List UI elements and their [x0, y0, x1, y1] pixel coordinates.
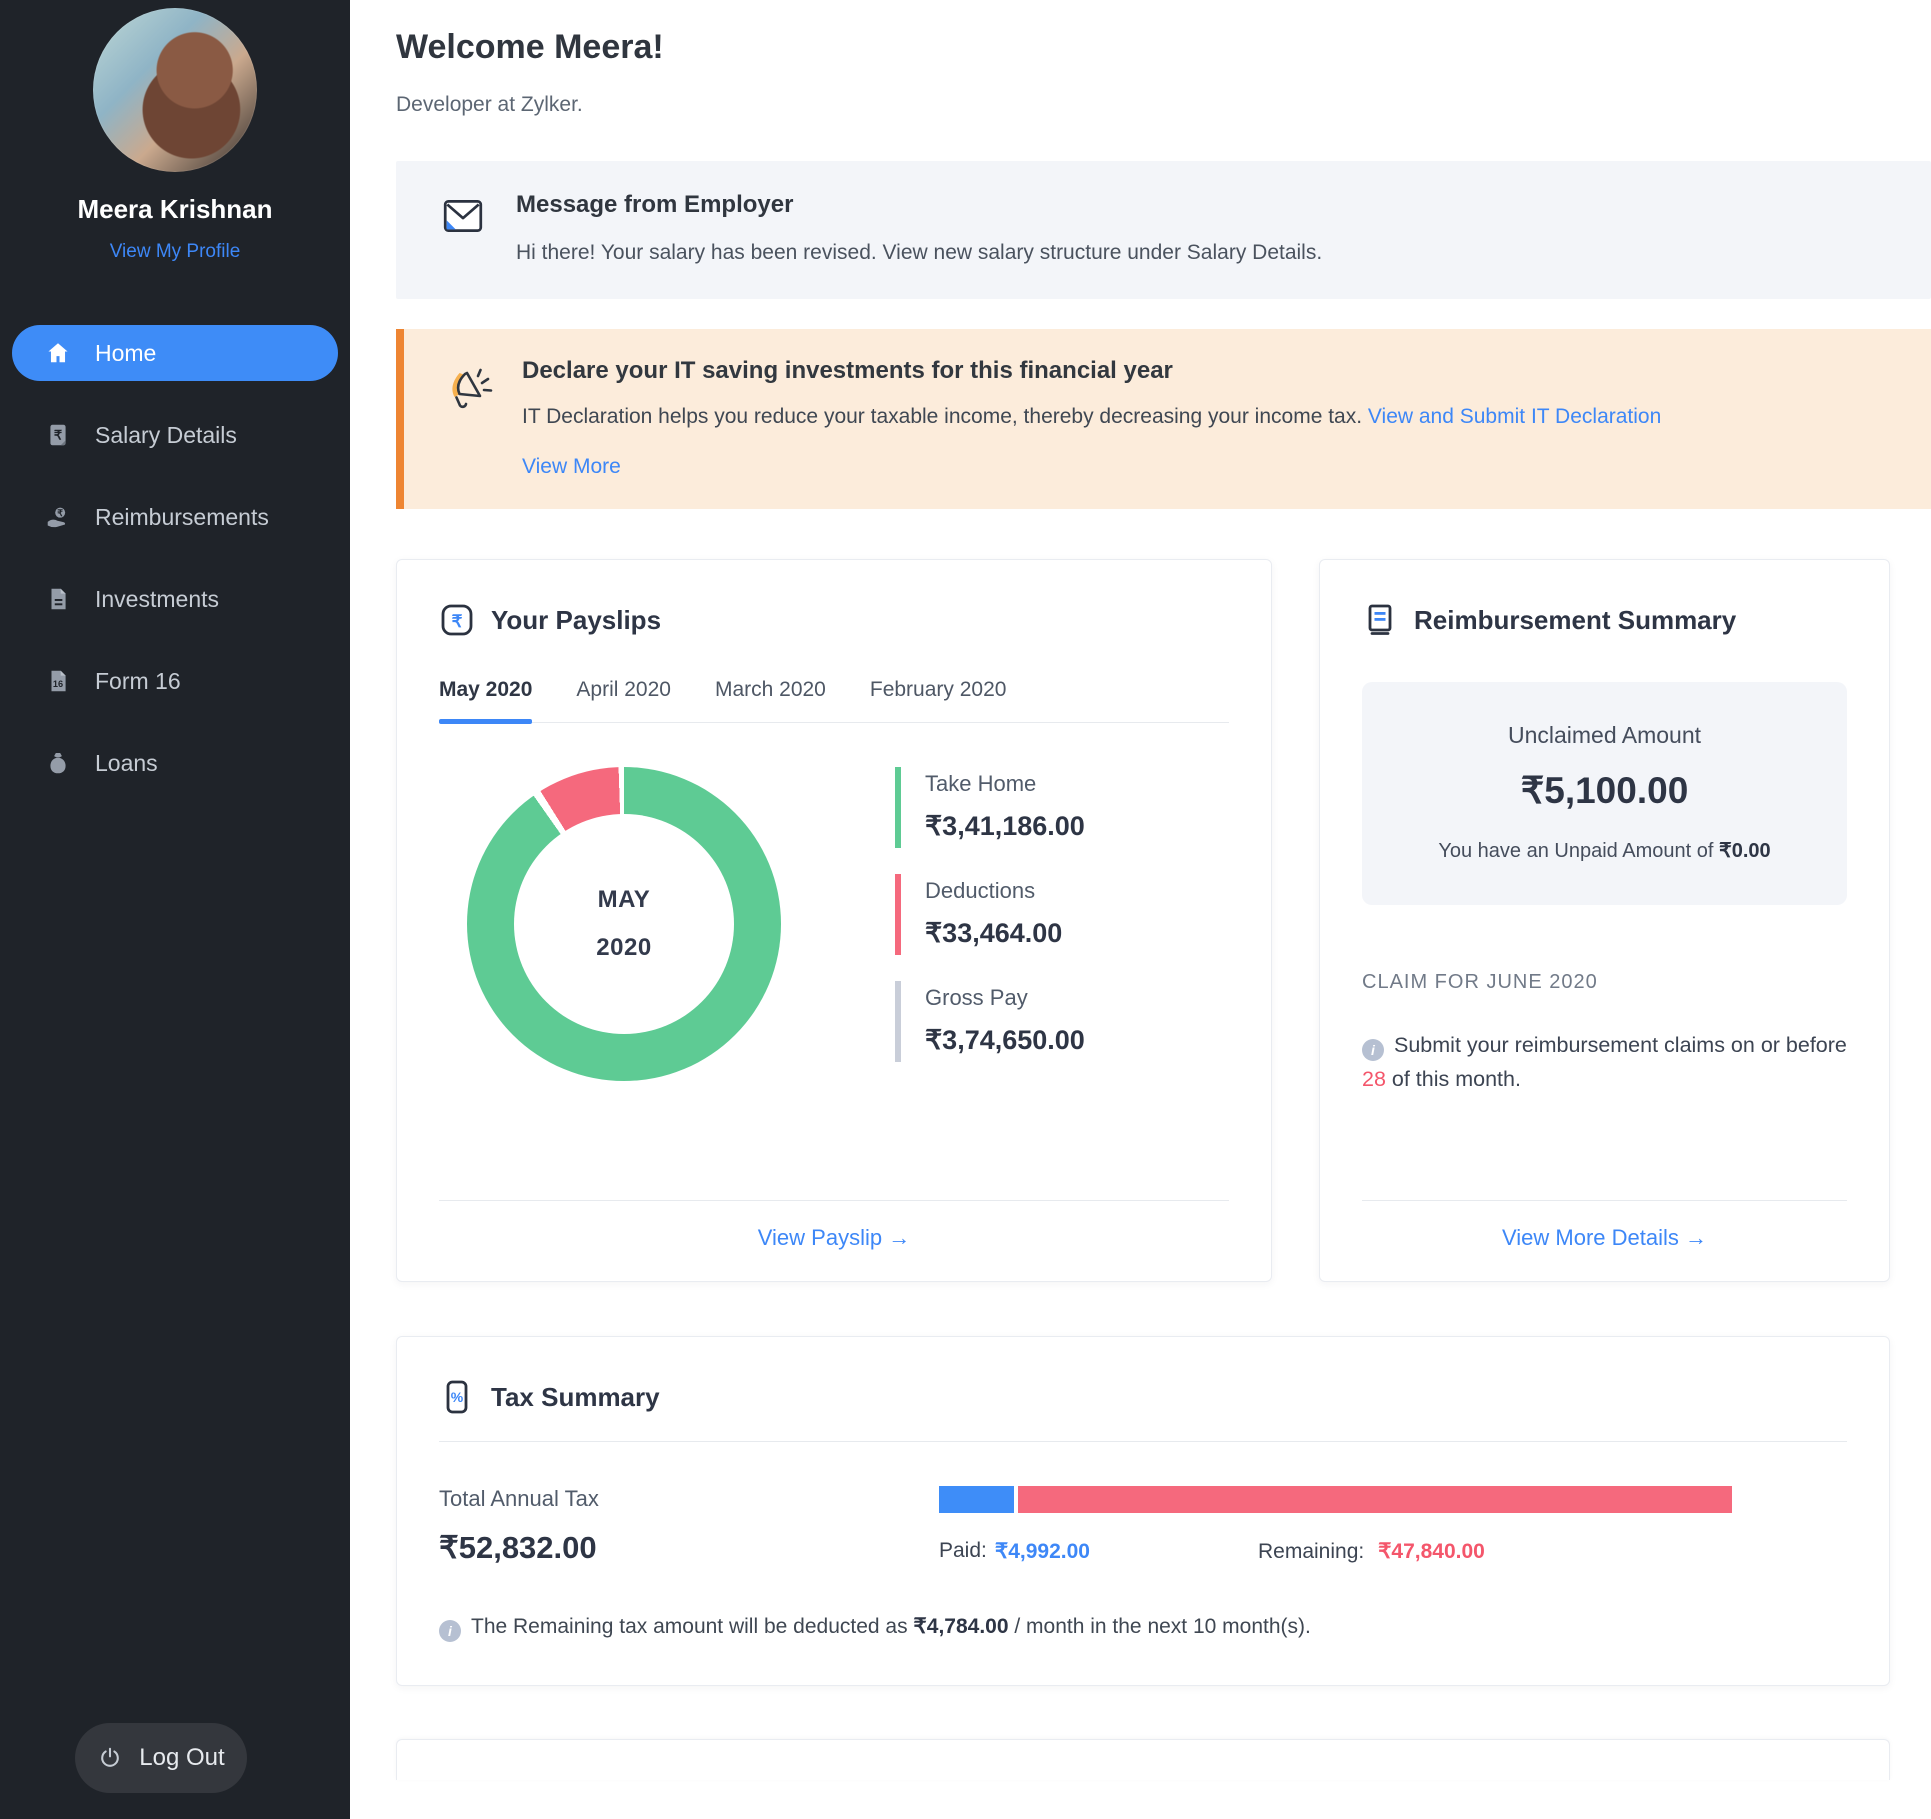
unpaid-value: ₹0.00 — [1718, 840, 1771, 862]
sidebar-item-reimbursements[interactable]: ₹ Reimbursements — [12, 489, 338, 545]
claim-month-heading: CLAIM FOR JUNE 2020 — [1362, 971, 1598, 993]
divider — [439, 1441, 1847, 1442]
tab-march-2020[interactable]: March 2020 — [715, 678, 826, 722]
avatar — [93, 8, 257, 172]
it-declaration-link[interactable]: View and Submit IT Declaration — [1368, 405, 1661, 428]
paid-label: Paid: — [939, 1539, 987, 1562]
svg-text:₹: ₹ — [452, 612, 463, 631]
loans-icon — [45, 750, 71, 776]
unclaimed-label: Unclaimed Amount — [1507, 722, 1702, 748]
tax-progress-bar — [939, 1486, 1732, 1513]
home-icon — [45, 340, 71, 366]
unclaimed-amount-box: Unclaimed Amount ₹5,100.00 You have an U… — [1362, 682, 1847, 905]
sidebar-item-label: Investments — [95, 585, 219, 612]
tax-deduction-note: i The Remaining tax amount will be deduct… — [439, 1614, 1847, 1642]
employer-message-banner: Message from Employer Hi there! Your sal… — [396, 161, 1931, 299]
tax-percent-icon: % — [439, 1379, 475, 1415]
divider — [439, 1200, 1229, 1201]
page-title: Welcome Meera! — [396, 28, 664, 66]
megaphone-icon — [440, 363, 496, 479]
paid-value: ₹4,992.00 — [994, 1540, 1090, 1563]
remaining-value: ₹47,840.00 — [1378, 1540, 1485, 1563]
tab-may-2020[interactable]: May 2020 — [439, 678, 533, 724]
total-annual-tax-label: Total Annual Tax — [439, 1486, 599, 1511]
svg-text:₹: ₹ — [54, 427, 63, 442]
arrow-right-icon: → — [1685, 1225, 1707, 1250]
payslips-title: Your Payslips — [491, 604, 662, 635]
sidebar-item-form-16[interactable]: 16 Form 16 — [12, 653, 338, 709]
monthly-deduction-amount: ₹4,784.00 — [913, 1615, 1009, 1638]
payslip-donut-center: MAY 2020 — [514, 814, 734, 1034]
donut-center-year: 2020 — [596, 934, 652, 961]
sidebar-item-label: Loans — [95, 749, 158, 776]
view-payslip-link[interactable]: View Payslip → — [758, 1225, 910, 1250]
power-icon — [97, 1745, 123, 1771]
logout-button[interactable]: Log Out — [75, 1723, 247, 1793]
next-card-top-edge — [396, 1739, 1890, 1780]
sidebar-item-label: Reimbursements — [95, 503, 269, 530]
svg-text:%: % — [451, 1389, 464, 1405]
document-icon — [1362, 602, 1398, 638]
tab-february-2020[interactable]: February 2020 — [870, 678, 1007, 722]
investments-icon — [45, 586, 71, 612]
reimbursements-icon: ₹ — [45, 504, 71, 530]
payslip-legend: Take Home ₹3,41,186.00 Deductions ₹33,46… — [895, 767, 1085, 1081]
tax-summary-card: % Tax Summary Total Annual Tax ₹52,832.0… — [396, 1336, 1890, 1686]
payslip-month-tabs: May 2020 April 2020 March 2020 February … — [439, 678, 1229, 724]
view-more-details-link[interactable]: View More Details → — [1502, 1225, 1707, 1250]
donut-center-month: MAY — [597, 886, 651, 913]
legend-take-home: Take Home ₹3,41,186.00 — [895, 767, 1085, 848]
employer-message-title: Message from Employer — [516, 191, 794, 218]
salary-details-icon: ₹ — [45, 422, 71, 448]
sidebar: Meera Krishnan View My Profile Home ₹ Sa… — [0, 0, 350, 1819]
payslips-card: ₹ Your Payslips May 2020 April 2020 Marc… — [396, 559, 1272, 1282]
tax-bar-paid-segment — [939, 1486, 1014, 1513]
sidebar-item-home[interactable]: Home — [12, 325, 338, 381]
it-alert-body-text: IT Declaration helps you reduce your tax… — [522, 405, 1368, 428]
sidebar-item-label: Salary Details — [95, 421, 237, 448]
sidebar-nav: Home ₹ Salary Details ₹ Reimbursements I… — [0, 325, 350, 817]
it-alert-body: IT Declaration helps you reduce your tax… — [522, 405, 1661, 429]
sidebar-item-label: Home — [95, 339, 157, 366]
reimbursement-summary-card: Reimbursement Summary Unclaimed Amount ₹… — [1319, 559, 1890, 1282]
claim-deadline-note: i Submit your reimbursement claims on or … — [1362, 1033, 1847, 1092]
sidebar-item-label: Form 16 — [95, 667, 181, 694]
divider — [1362, 1200, 1847, 1201]
payslip-donut: MAY 2020 — [467, 767, 781, 1081]
claim-deadline-day: 28 — [1362, 1067, 1386, 1092]
reimbursement-title: Reimbursement Summary — [1414, 604, 1737, 635]
envelope-icon — [440, 193, 486, 265]
profile-name: Meera Krishnan — [77, 194, 273, 224]
total-annual-tax-value: ₹52,832.00 — [439, 1530, 597, 1565]
tax-summary-title: Tax Summary — [491, 1381, 660, 1412]
it-alert-title: Declare your IT saving investments for t… — [522, 357, 1173, 384]
rupee-square-icon: ₹ — [439, 602, 475, 638]
main-content: Welcome Meera! Developer at Zylker. Mess… — [350, 0, 1931, 1819]
sidebar-item-investments[interactable]: Investments — [12, 571, 338, 627]
form-16-icon: 16 — [45, 668, 71, 694]
view-profile-link[interactable]: View My Profile — [110, 241, 241, 263]
legend-gross-pay: Gross Pay ₹3,74,650.00 — [895, 981, 1085, 1062]
page-subtitle: Developer at Zylker. — [396, 93, 583, 116]
info-icon: i — [1362, 1039, 1384, 1062]
it-declaration-alert: Declare your IT saving investments for t… — [396, 329, 1931, 509]
sidebar-item-salary-details[interactable]: ₹ Salary Details — [12, 407, 338, 463]
unpaid-amount-line: You have an Unpaid Amount of ₹0.00 — [1438, 840, 1771, 862]
logout-label: Log Out — [139, 1744, 225, 1771]
info-icon: i — [439, 1620, 461, 1642]
svg-text:₹: ₹ — [57, 508, 63, 518]
remaining-label: Remaining: — [1257, 1540, 1365, 1563]
unclaimed-value: ₹5,100.00 — [1520, 770, 1689, 811]
tab-april-2020[interactable]: April 2020 — [576, 678, 671, 722]
arrow-right-icon: → — [888, 1225, 911, 1250]
view-more-link[interactable]: View More — [522, 455, 621, 479]
sidebar-item-loans[interactable]: Loans — [12, 735, 338, 791]
svg-text:16: 16 — [53, 679, 63, 689]
legend-deductions: Deductions ₹33,464.00 — [895, 874, 1085, 955]
employer-message-body: Hi there! Your salary has been revised. … — [516, 241, 1323, 264]
tax-bar-remaining-segment — [1017, 1486, 1732, 1513]
